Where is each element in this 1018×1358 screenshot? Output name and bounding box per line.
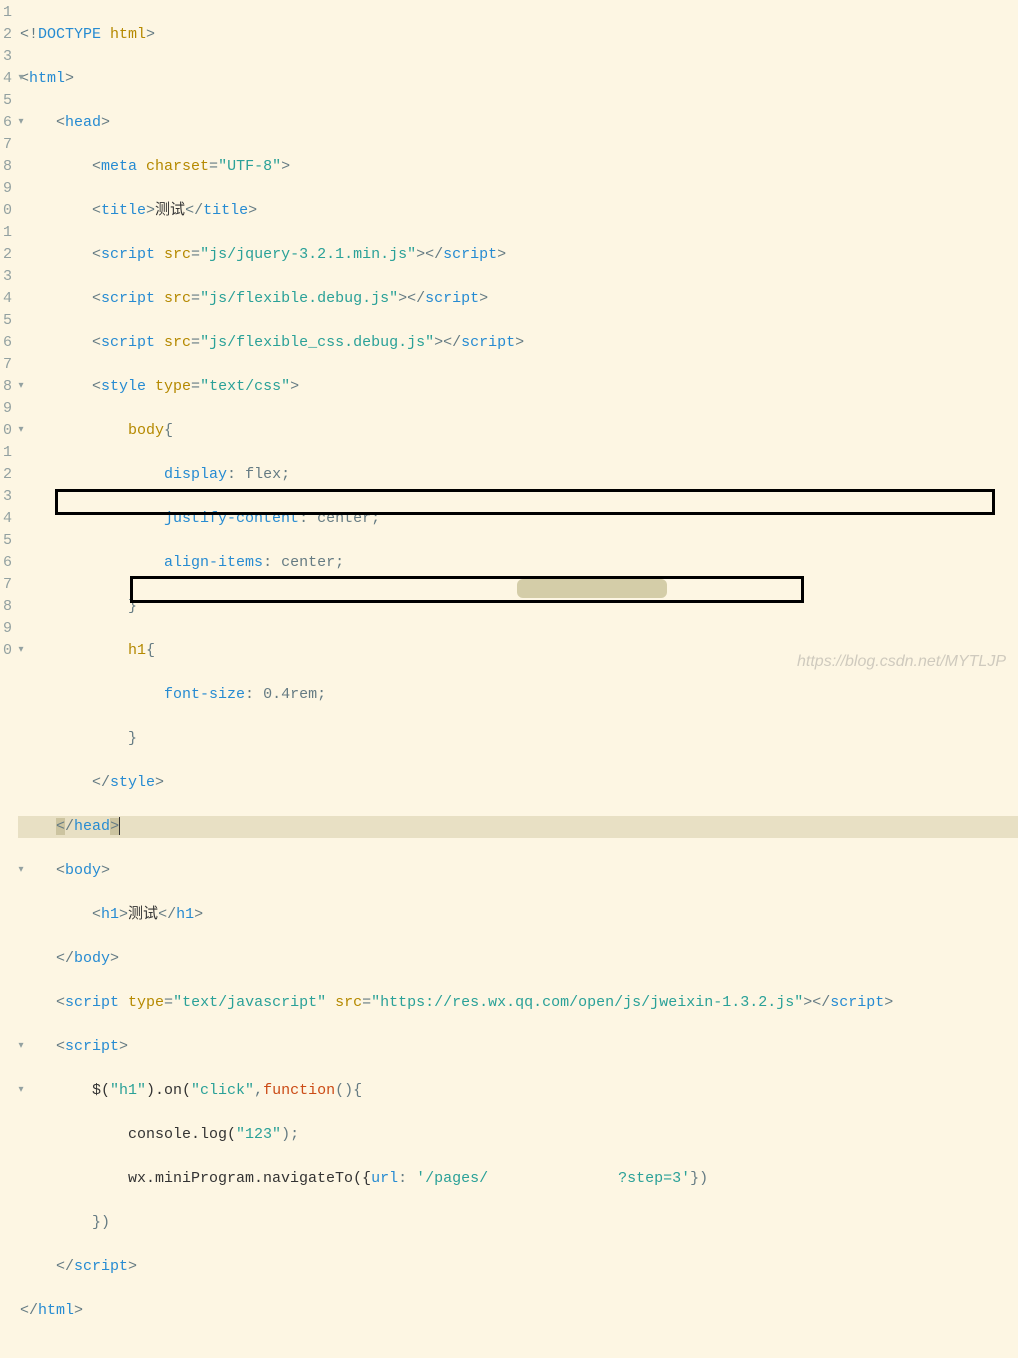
code-line[interactable]: <title>测试</title> <box>18 200 1018 222</box>
code-line[interactable]: <meta charset="UTF-8"> <box>18 156 1018 178</box>
text-cursor <box>119 817 120 835</box>
watermark-text: https://blog.csdn.net/MYTLJP <box>797 653 1006 671</box>
line-number: 6 <box>2 332 12 354</box>
code-line[interactable]: align-items: center; <box>18 552 1018 574</box>
line-number: 1 <box>2 442 12 464</box>
code-line[interactable]: }) <box>18 1212 1018 1234</box>
line-number: 1 <box>2 222 12 244</box>
line-number: 5 <box>2 530 12 552</box>
line-number: 2 <box>2 464 12 486</box>
line-number: 9 <box>2 398 12 420</box>
line-number: 4 <box>2 68 12 90</box>
code-line[interactable]: font-size: 0.4rem; <box>18 684 1018 706</box>
code-line[interactable]: } <box>18 596 1018 618</box>
code-line[interactable]: } <box>18 728 1018 750</box>
fold-icon[interactable]: ▾ <box>16 1036 26 1058</box>
line-number: 9 <box>2 618 12 640</box>
code-line-active[interactable]: </head> <box>18 816 1018 838</box>
line-number: 3 <box>2 46 12 68</box>
code-line[interactable]: </html> <box>18 1300 1018 1322</box>
line-number: 2 <box>2 24 12 46</box>
line-number: 0 <box>2 640 12 662</box>
code-area[interactable]: <!DOCTYPE html> ▾<html> ▾ <head> <meta c… <box>18 0 1018 679</box>
code-line[interactable]: ▾ body{ <box>18 420 1018 442</box>
line-number: 9 <box>2 178 12 200</box>
fold-icon[interactable]: ▾ <box>16 860 26 882</box>
code-line[interactable]: ▾ <body> <box>18 860 1018 882</box>
code-editor[interactable]: 1 2 3 4 5 6 7 8 9 0 1 2 3 4 5 6 7 8 9 0 … <box>0 0 1018 679</box>
code-line[interactable]: <!DOCTYPE html> <box>18 24 1018 46</box>
line-number: 1 <box>2 2 12 24</box>
code-line[interactable]: </style> <box>18 772 1018 794</box>
fold-icon[interactable]: ▾ <box>16 420 26 442</box>
line-number: 2 <box>2 244 12 266</box>
line-number: 3 <box>2 486 12 508</box>
line-number: 0 <box>2 200 12 222</box>
code-line[interactable]: <script src="js/flexible.debug.js"></scr… <box>18 288 1018 310</box>
fold-icon[interactable]: ▾ <box>16 640 26 662</box>
code-line[interactable]: </body> <box>18 948 1018 970</box>
code-line[interactable]: justify-content: center; <box>18 508 1018 530</box>
fold-icon[interactable]: ▾ <box>16 376 26 398</box>
line-number: 7 <box>2 574 12 596</box>
line-number-gutter: 1 2 3 4 5 6 7 8 9 0 1 2 3 4 5 6 7 8 9 0 … <box>0 0 18 679</box>
line-number: 4 <box>2 288 12 310</box>
code-line[interactable]: console.log("123"); <box>18 1124 1018 1146</box>
line-number: 8 <box>2 376 12 398</box>
line-number: 0 <box>2 420 12 442</box>
code-line[interactable]: display: flex; <box>18 464 1018 486</box>
fold-icon[interactable]: ▾ <box>16 1080 26 1102</box>
code-line[interactable]: ▾ <head> <box>18 112 1018 134</box>
code-line[interactable]: ▾<html> <box>18 68 1018 90</box>
line-number: 5 <box>2 310 12 332</box>
line-number: 6 <box>2 112 12 134</box>
code-line[interactable]: <script src="js/jquery-3.2.1.min.js"></s… <box>18 244 1018 266</box>
line-number: 8 <box>2 596 12 618</box>
code-line[interactable]: <h1>测试</h1> <box>18 904 1018 926</box>
fold-icon[interactable]: ▾ <box>16 68 26 90</box>
code-line[interactable]: ▾ <style type="text/css"> <box>18 376 1018 398</box>
line-number: 6 <box>2 552 12 574</box>
code-line[interactable]: wx.miniProgram.navigateTo({url: '/pages/… <box>18 1168 1018 1190</box>
line-number: 5 <box>2 90 12 112</box>
code-line[interactable]: <script src="js/flexible_css.debug.js"><… <box>18 332 1018 354</box>
line-number: 7 <box>2 134 12 156</box>
line-number: 4 <box>2 508 12 530</box>
code-line[interactable]: ▾ $("h1").on("click",function(){ <box>18 1080 1018 1102</box>
code-line[interactable]: ▾ <script> <box>18 1036 1018 1058</box>
fold-icon[interactable]: ▾ <box>16 112 26 134</box>
line-number: 7 <box>2 354 12 376</box>
code-line[interactable]: </script> <box>18 1256 1018 1278</box>
line-number: 3 <box>2 266 12 288</box>
line-number: 8 <box>2 156 12 178</box>
code-line[interactable]: <script type="text/javascript" src="http… <box>18 992 1018 1014</box>
